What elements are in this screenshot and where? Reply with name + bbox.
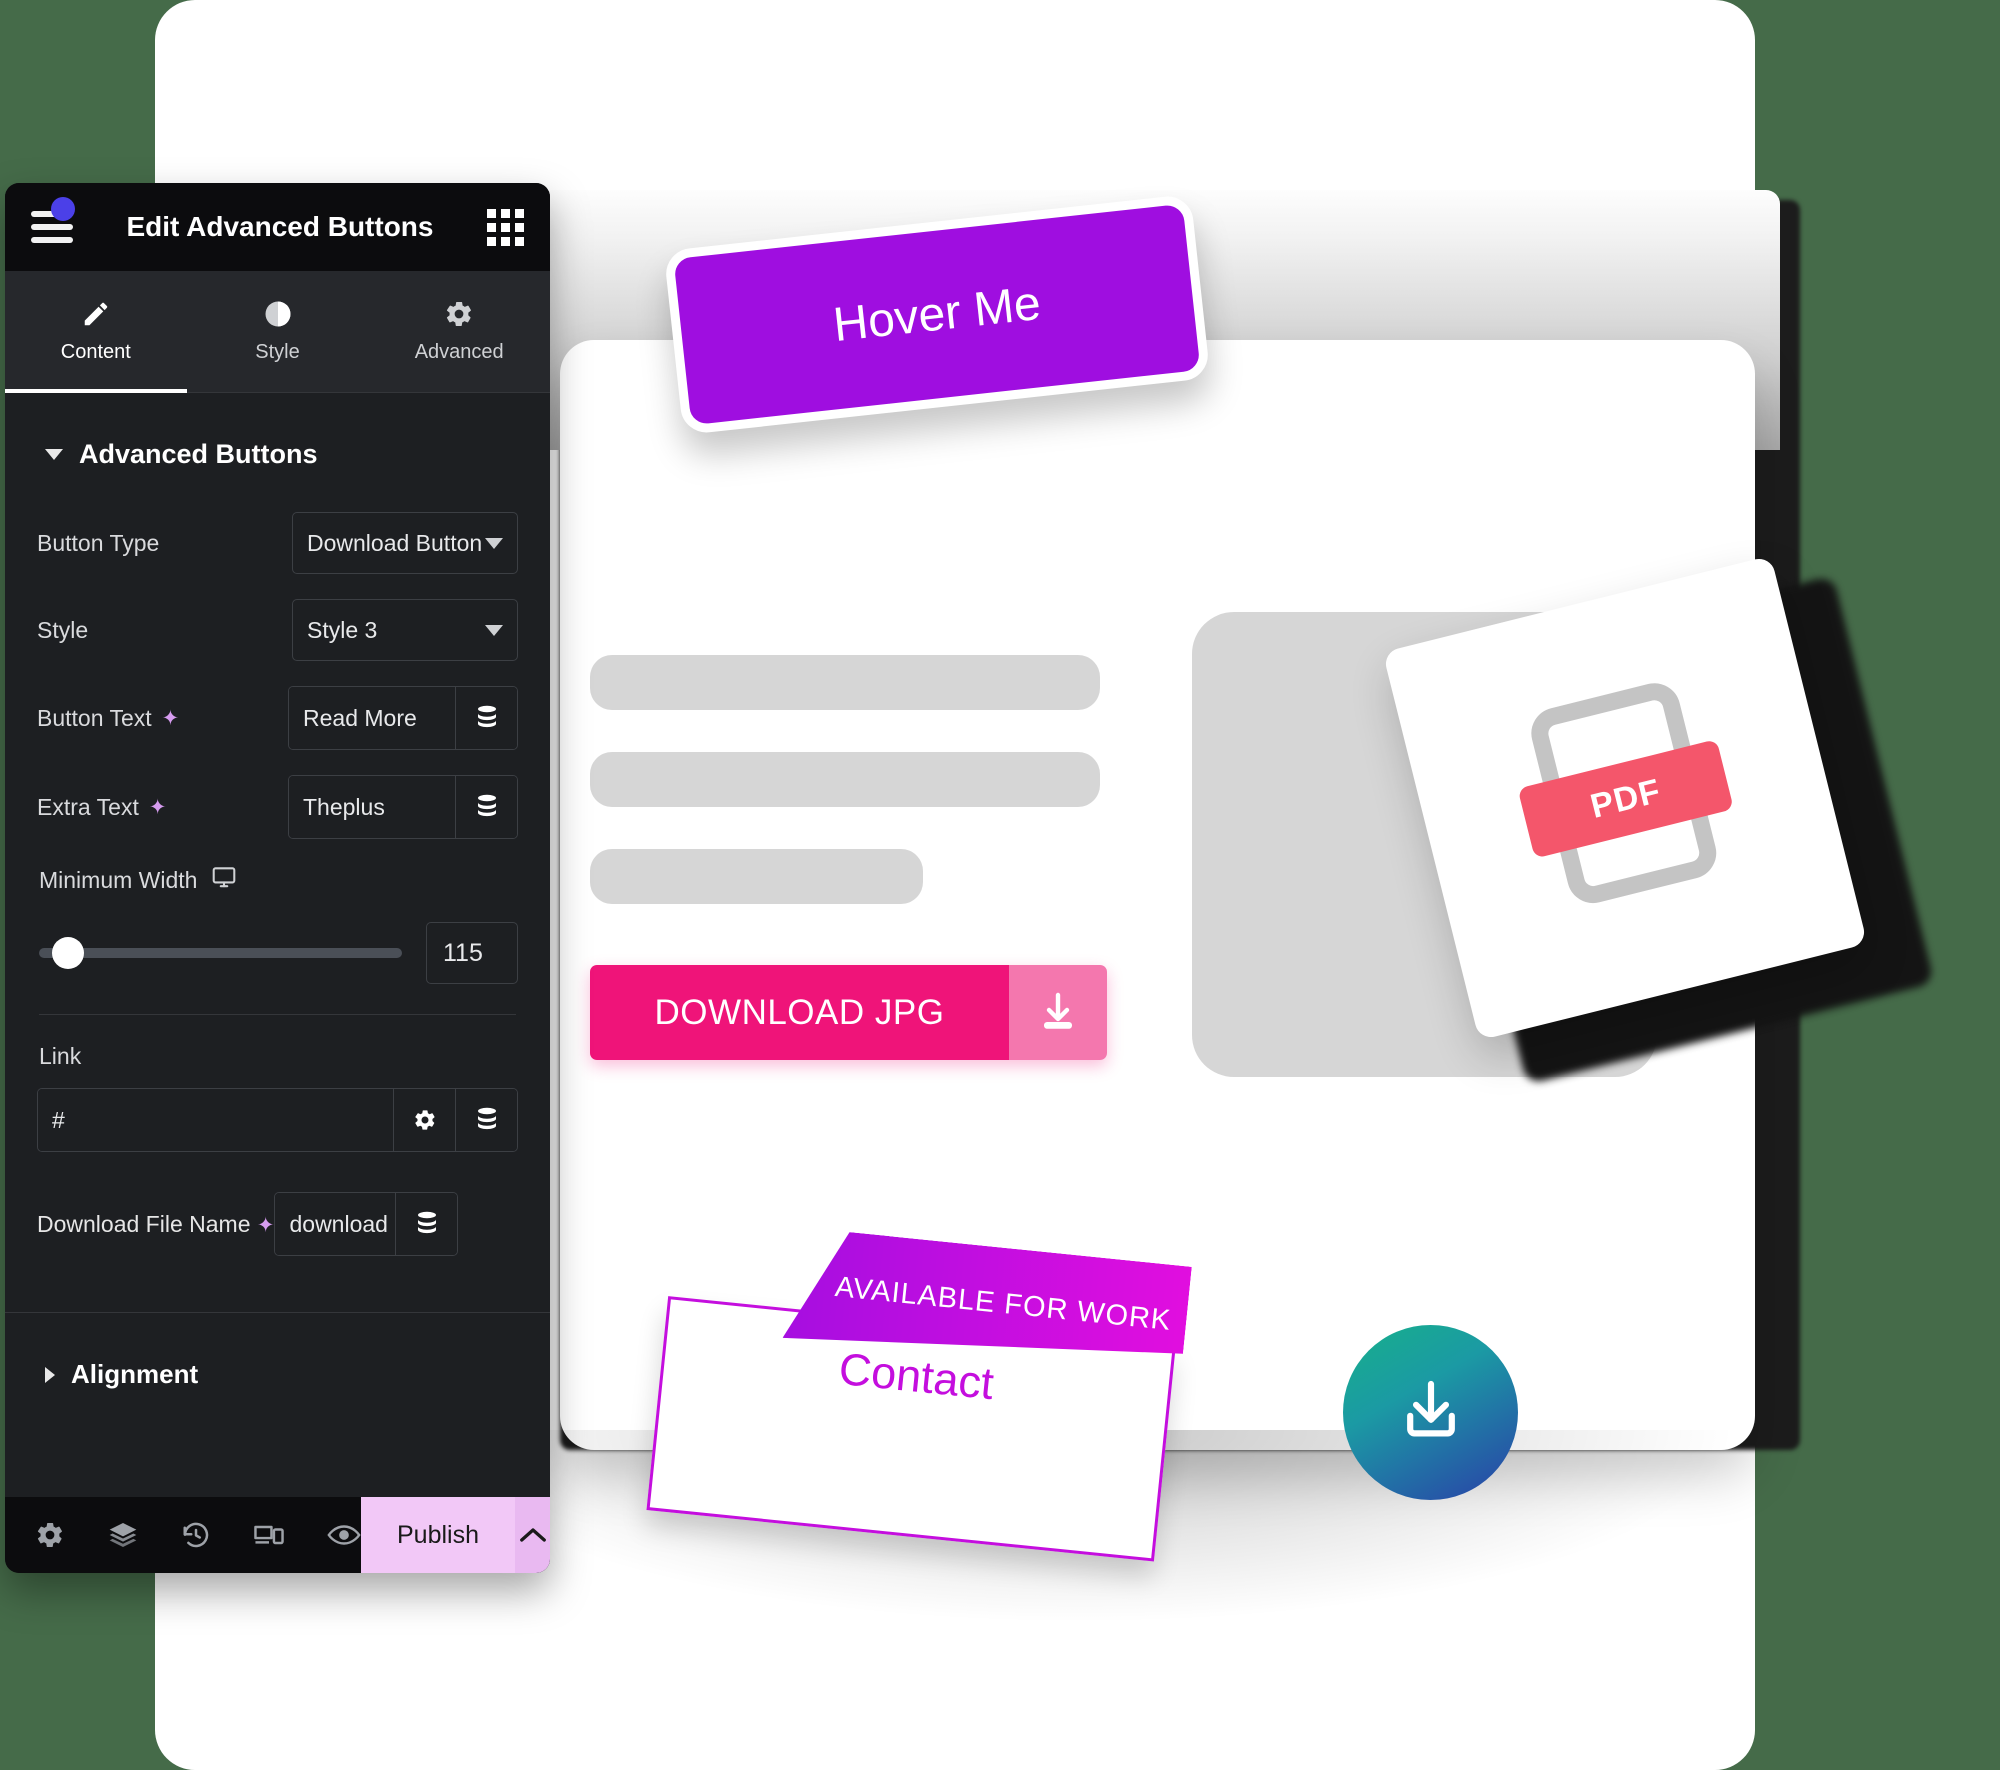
download-tray-icon — [1392, 1371, 1470, 1454]
contrast-icon — [263, 299, 293, 329]
pencil-icon — [81, 299, 111, 329]
chevron-down-icon — [45, 449, 63, 460]
slider-thumb[interactable] — [52, 937, 85, 969]
chevron-down-icon — [485, 537, 503, 549]
tab-style[interactable]: Style — [187, 271, 369, 392]
tab-style-label: Style — [255, 341, 300, 363]
page-title: Edit Advanced Buttons — [126, 211, 434, 242]
download-jpg-button[interactable]: DOWNLOAD JPG — [590, 965, 1107, 1060]
divider — [39, 1014, 516, 1015]
field-extra-text: Extra Text ✦ Theplus — [37, 775, 518, 839]
link-input[interactable]: # — [38, 1089, 393, 1151]
apps-grid-icon[interactable] — [487, 208, 524, 246]
tab-advanced[interactable]: Advanced — [368, 271, 550, 392]
panel-header: Edit Advanced Buttons — [5, 183, 550, 271]
extra-text-input[interactable]: Theplus — [289, 776, 455, 838]
minimum-width-slider-row: 115 — [39, 922, 518, 984]
database-icon[interactable] — [455, 687, 517, 749]
ribbon-label: AVAILABLE FOR WORK — [833, 1270, 1173, 1337]
desktop-monitor-icon[interactable] — [211, 864, 237, 896]
style-value: Style 3 — [307, 616, 378, 643]
field-label: Download File Name — [37, 1210, 251, 1237]
minimum-width-slider[interactable] — [39, 937, 402, 969]
field-button-type: Button Type Download Button — [37, 512, 518, 574]
chevron-up-icon[interactable] — [515, 1497, 550, 1573]
pdf-illustration: PDF — [1503, 672, 1748, 924]
notification-dot — [51, 197, 75, 221]
ai-sparkle-icon[interactable]: ✦ — [149, 797, 167, 818]
field-label: Style — [37, 616, 89, 643]
field-label: Button Text — [37, 704, 152, 731]
gear-icon[interactable] — [35, 1520, 65, 1550]
placeholder-line — [590, 655, 1100, 710]
field-label: Button Type — [37, 529, 160, 556]
publish-button[interactable]: Publish — [361, 1497, 515, 1573]
preview-eye-icon[interactable] — [327, 1521, 361, 1549]
field-style: Style Style 3 — [37, 599, 518, 661]
history-revision-icon[interactable] — [181, 1520, 211, 1550]
contact-label: Contact — [836, 1342, 997, 1410]
section-alignment[interactable]: Alignment — [5, 1312, 550, 1390]
database-icon[interactable] — [395, 1193, 458, 1255]
responsive-devices-icon[interactable] — [253, 1520, 285, 1550]
layers-icon[interactable] — [107, 1519, 139, 1551]
field-button-text: Button Text ✦ Read More — [37, 686, 518, 750]
field-link-label: Link — [39, 1043, 82, 1069]
tab-content-label: Content — [60, 341, 131, 363]
hover-me-label: Hover Me — [830, 276, 1044, 353]
tab-advanced-label: Advanced — [414, 341, 504, 363]
chevron-down-icon — [485, 624, 503, 636]
placeholder-line — [590, 849, 923, 904]
panel-body: Advanced Buttons Button Type Download Bu… — [5, 393, 550, 1497]
alignment-title: Alignment — [71, 1359, 199, 1389]
button-type-value: Download Button — [307, 529, 483, 556]
database-icon[interactable] — [455, 776, 517, 838]
field-label: Extra Text — [37, 793, 139, 820]
footer-icon-bar — [5, 1497, 361, 1573]
button-text-input[interactable]: Read More — [289, 687, 455, 749]
gear-icon — [444, 299, 474, 329]
contact-card-wrapper: Contact AVAILABLE FOR WORK — [646, 1214, 1194, 1565]
download-tray-icon — [1009, 965, 1107, 1060]
publish-label: Publish — [397, 1520, 479, 1549]
placeholder-line — [590, 752, 1100, 807]
chevron-right-icon — [45, 1366, 55, 1383]
download-file-name-input[interactable]: download — [275, 1193, 396, 1255]
ai-sparkle-icon[interactable]: ✦ — [162, 708, 180, 729]
tab-content[interactable]: Content — [5, 271, 187, 393]
panel-tabs: Content Style Advanced — [5, 271, 550, 393]
section-advanced-buttons[interactable]: Advanced Buttons — [37, 393, 518, 512]
field-link: # — [37, 1088, 518, 1152]
field-minimum-width-label: Minimum Width — [37, 864, 518, 896]
gear-icon[interactable] — [393, 1089, 455, 1151]
download-jpg-label: DOWNLOAD JPG — [590, 965, 1009, 1060]
style-select[interactable]: Style 3 — [292, 599, 518, 661]
panel-footer: Publish — [5, 1497, 550, 1573]
database-icon[interactable] — [455, 1089, 517, 1151]
ai-sparkle-icon[interactable]: ✦ — [257, 1214, 275, 1237]
field-download-file-name: Download File Name ✦ download — [37, 1192, 518, 1256]
section-title: Advanced Buttons — [79, 439, 318, 469]
button-type-select[interactable]: Download Button — [292, 512, 518, 574]
minimum-width-input[interactable]: 115 — [426, 922, 518, 984]
field-label: Minimum Width — [39, 866, 198, 893]
circle-download-button[interactable] — [1343, 1325, 1518, 1500]
editor-panel: Edit Advanced Buttons Content Style Adva… — [5, 183, 550, 1573]
